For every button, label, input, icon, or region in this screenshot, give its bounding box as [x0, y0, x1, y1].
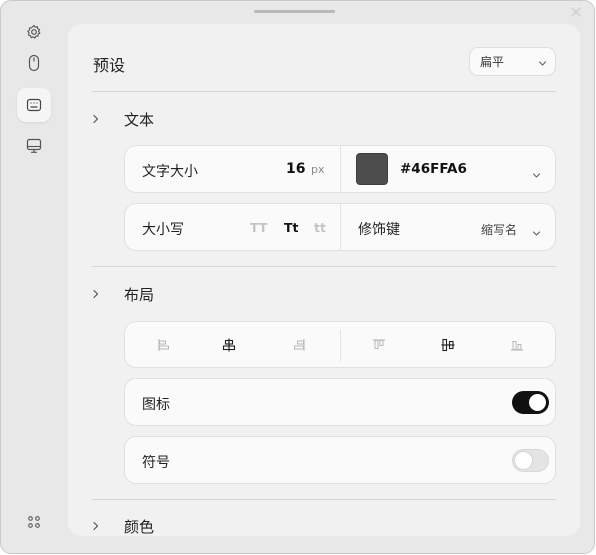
card-separator	[340, 330, 341, 361]
align-top-icon[interactable]	[371, 337, 387, 353]
section-color-label: 颜色	[124, 517, 155, 536]
modifier-label: 修饰键	[358, 222, 400, 238]
chevron-down-icon	[538, 57, 547, 71]
font-size-color-card: 文字大小 16 px #46FFA6	[124, 145, 556, 193]
case-option-upper[interactable]: TT	[250, 220, 267, 235]
symbol-toggle[interactable]	[512, 449, 549, 472]
mouse-icon	[26, 54, 42, 72]
case-option-title[interactable]: Tt	[284, 220, 299, 235]
settings-panel: 预设 扁平 文本 文字大小 16 px #46FFA6 大小写 TT Tt tt…	[68, 24, 580, 536]
section-layout-label: 布局	[124, 285, 155, 304]
chevron-right-icon	[92, 289, 102, 299]
symbol-toggle-label: 符号	[142, 455, 170, 471]
sidebar-item-keyboard[interactable]	[17, 88, 51, 122]
icon-toggle-label: 图标	[142, 397, 170, 413]
color-dropdown-chevron-icon[interactable]	[532, 165, 541, 184]
modifier-select-value[interactable]: 缩写名	[481, 221, 517, 238]
font-size-unit: px	[311, 163, 325, 176]
align-center-icon[interactable]	[221, 337, 237, 353]
monitor-icon	[26, 138, 42, 154]
chevron-right-icon	[92, 521, 102, 531]
sidebar-item-display[interactable]	[17, 129, 51, 163]
divider	[92, 91, 556, 92]
card-separator	[340, 146, 341, 192]
sidebar-item-mouse[interactable]	[17, 46, 51, 80]
font-size-label: 文字大小	[142, 164, 198, 180]
preset-title: 预设	[93, 56, 126, 75]
card-separator	[340, 204, 341, 250]
font-size-input[interactable]: 16	[286, 161, 305, 177]
divider	[92, 499, 556, 500]
case-option-lower[interactable]: tt	[314, 220, 326, 235]
modifier-dropdown-chevron-icon[interactable]	[532, 223, 541, 242]
section-color-header[interactable]: 颜色	[92, 515, 154, 536]
gear-icon	[26, 24, 42, 40]
preset-select[interactable]: 扁平	[469, 47, 556, 76]
align-bottom-icon[interactable]	[509, 337, 525, 353]
toggle-knob	[529, 394, 546, 411]
align-middle-icon[interactable]	[440, 337, 456, 353]
keyboard-icon	[26, 98, 42, 112]
section-text-header[interactable]: 文本	[92, 108, 154, 130]
alignment-card	[124, 321, 556, 368]
case-modifier-card: 大小写 TT Tt tt 修饰键 缩写名	[124, 203, 556, 251]
window: 预设 扁平 文本 文字大小 16 px #46FFA6 大小写 TT Tt tt…	[0, 0, 595, 554]
align-right-icon[interactable]	[291, 337, 307, 353]
section-layout-header[interactable]: 布局	[92, 283, 154, 305]
drag-handle[interactable]	[254, 10, 335, 13]
section-text-label: 文本	[124, 110, 155, 129]
chevron-right-icon	[92, 114, 102, 124]
divider	[92, 266, 556, 267]
color-hex-value[interactable]: #46FFA6	[400, 161, 467, 177]
icon-toggle-row: 图标	[124, 378, 556, 426]
close-icon[interactable]	[569, 4, 583, 18]
apps-grid-icon	[27, 515, 41, 529]
symbol-toggle-row: 符号	[124, 436, 556, 484]
case-label: 大小写	[142, 222, 184, 238]
sidebar-item-general[interactable]	[17, 15, 51, 49]
align-left-icon[interactable]	[156, 337, 172, 353]
sidebar-item-apps[interactable]	[17, 505, 51, 539]
toggle-knob	[515, 452, 532, 469]
color-swatch[interactable]	[356, 153, 388, 185]
preset-select-value: 扁平	[480, 55, 505, 69]
icon-toggle[interactable]	[512, 391, 549, 414]
